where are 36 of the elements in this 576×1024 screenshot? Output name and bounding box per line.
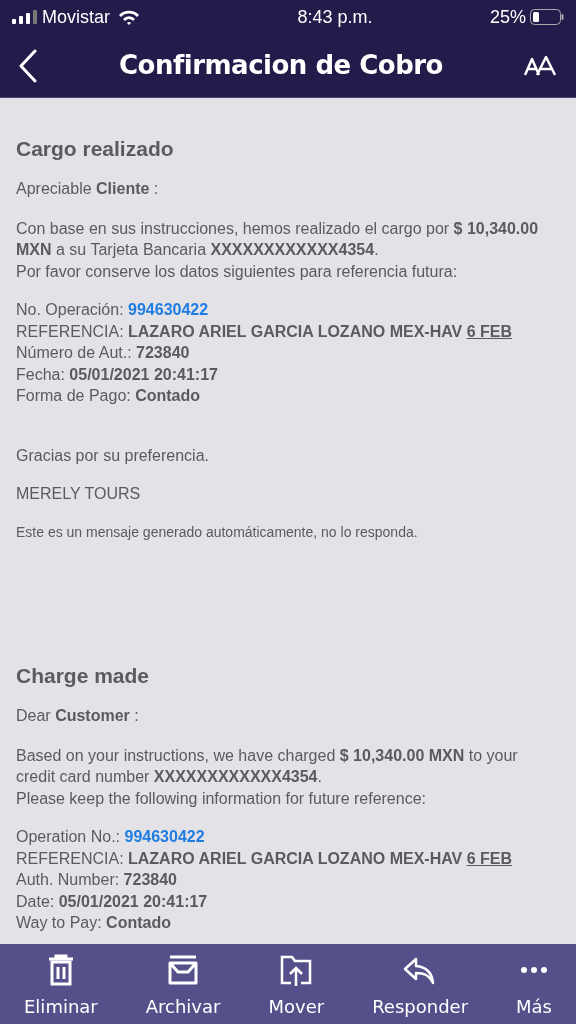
greeting-text: Apreciable Cliente : bbox=[16, 179, 160, 199]
battery-percent: 25% bbox=[489, 5, 526, 29]
toolbar-button[interactable]: Más bbox=[516, 952, 552, 1020]
detail-line: REFERENCIA: LAZARO ARIEL GARCIA LOZANO MEX-HAV 6 FEB bbox=[16, 321, 514, 342]
detail-line: Auth. Number: 723840 bbox=[16, 870, 178, 890]
section-heading: Charge made bbox=[16, 663, 151, 689]
section-heading: Cargo realizado bbox=[16, 136, 175, 162]
greeting-text: Dear Customer : bbox=[16, 706, 140, 726]
detail-line: Way to Pay: Contado bbox=[16, 913, 172, 933]
back-icon[interactable] bbox=[18, 48, 38, 83]
detail-line: REFERENCIA: LAZARO ARIEL GARCIA LOZANO MEX-HAV 6 FEB bbox=[16, 848, 514, 869]
detail-line: Operation No.: 994630422 bbox=[16, 827, 206, 847]
body-paragraph: Con base en sus instrucciones, hemos realizado el cargo por $ 10,340.00 MXN a su Tarjeta Bancaria XXXXXXXXXXXX4354. bbox=[16, 218, 540, 260]
detail-line: Número de Aut.: 723840 bbox=[16, 343, 191, 363]
detail-line: Date: 05/01/2021 20:41:17 bbox=[16, 891, 209, 912]
clock-time: 8:43 p.m. bbox=[296, 6, 373, 27]
detail-line: Forma de Pago: Contado bbox=[16, 386, 202, 406]
detail-line: No. Operación: 994630422 bbox=[16, 300, 210, 320]
thanks-text: Gracias por su preferencia. bbox=[16, 445, 210, 466]
body-paragraph: Based on your instructions, we have charged $ 10,340.00 MXN to your credit card number XXXXXXXXXXXX4354. bbox=[16, 745, 519, 787]
body-paragraph: Please keep the following information for future reference: bbox=[16, 788, 427, 809]
toolbar-button[interactable]: Mover bbox=[268, 952, 325, 1020]
toolbar-button[interactable]: Eliminar bbox=[24, 952, 98, 1020]
signal-icon bbox=[12, 10, 38, 24]
signature-text: MERELY TOURS bbox=[16, 484, 142, 504]
body-paragraph: Por favor conserve los datos siguientes para referencia futura: bbox=[16, 261, 459, 282]
screen-title: Confirmacion de Cobro bbox=[118, 49, 444, 82]
text-size-icon[interactable] bbox=[524, 54, 558, 77]
more-icon bbox=[521, 966, 547, 973]
toolbar-button[interactable]: Responder bbox=[372, 952, 469, 1020]
toolbar-button[interactable]: Archivar bbox=[145, 952, 221, 1020]
notice-text: Este es un mensaje generado automáticamente, no lo responda. bbox=[16, 522, 419, 542]
battery-icon bbox=[530, 9, 564, 25]
wifi-icon bbox=[118, 9, 140, 25]
carrier-name: Movistar bbox=[42, 5, 110, 29]
detail-line: Fecha: 05/01/2021 20:41:17 bbox=[16, 364, 219, 385]
